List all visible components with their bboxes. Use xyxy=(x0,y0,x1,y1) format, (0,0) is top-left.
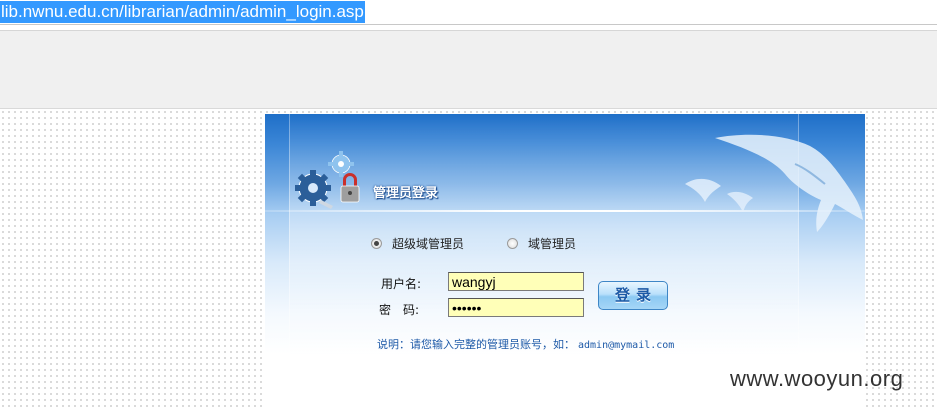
gears-lock-icon xyxy=(295,151,360,209)
password-label: 密 码: xyxy=(379,303,420,317)
radio-button-checked[interactable] xyxy=(371,237,382,249)
hint-label: 说明：请您输入完整的管理员账号，如： xyxy=(377,338,575,351)
radio-button-unchecked[interactable] xyxy=(507,237,518,249)
login-button[interactable]: 登录 xyxy=(598,281,668,310)
radio-domain-admin[interactable]: 域管理员 xyxy=(507,234,576,252)
radio-label-super-admin: 超级域管理员 xyxy=(392,236,465,251)
username-label: 用户名: xyxy=(381,277,422,291)
seagull-icon xyxy=(685,134,863,232)
panel-title: 管理员登录 xyxy=(373,186,439,201)
hint-text: 说明：请您输入完整的管理员账号，如： admin@mymail.com xyxy=(377,336,674,352)
radio-super-admin[interactable]: 超级域管理员 xyxy=(371,234,464,252)
watermark: www.wooyun.org xyxy=(730,366,904,391)
radio-label-domain-admin: 域管理员 xyxy=(528,236,577,251)
username-input[interactable] xyxy=(448,272,584,291)
divider xyxy=(0,24,937,25)
url-text[interactable]: lib.nwnu.edu.cn/librarian/admin/admin_lo… xyxy=(0,1,365,23)
browser-toolbar-area xyxy=(0,31,937,109)
address-bar[interactable]: lib.nwnu.edu.cn/librarian/admin/admin_lo… xyxy=(0,0,937,24)
hint-example: admin@mymail.com xyxy=(578,340,675,351)
password-input[interactable] xyxy=(448,298,584,317)
